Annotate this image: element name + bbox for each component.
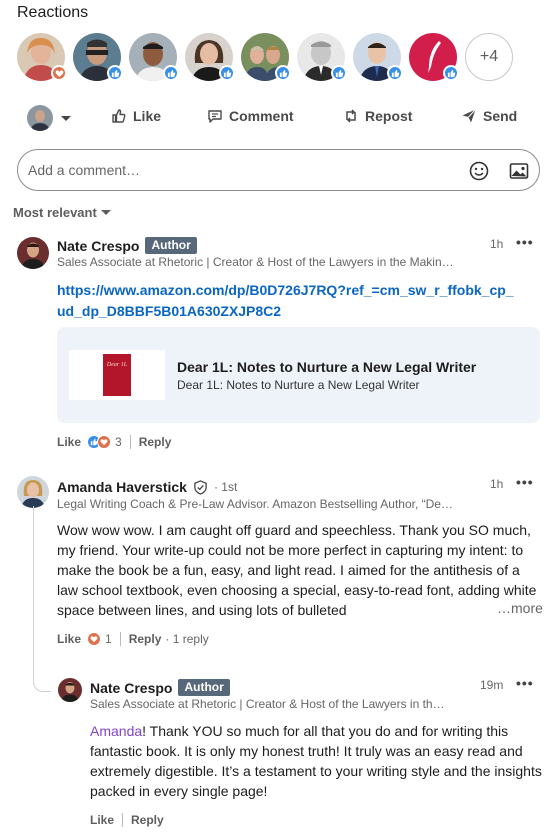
like-reaction-icon (443, 65, 459, 81)
book-thumbnail: Dear 1L (69, 350, 165, 400)
reaction-count: 3 (115, 435, 122, 449)
repost-icon (346, 109, 356, 123)
commenter-headline: Sales Associate at Rhetoric | Creator & … (57, 255, 454, 269)
book-cover: Dear 1L (103, 354, 131, 396)
send-button-label: Send (483, 108, 518, 124)
comment-reply-button[interactable]: Reply (139, 435, 172, 449)
comment-actions: Like 3 Reply (57, 435, 171, 449)
actor-selector[interactable] (27, 105, 71, 131)
like-button[interactable]: Like (111, 108, 161, 124)
more-reactors-button[interactable]: +4 (465, 33, 513, 81)
reactions-title: Reactions (17, 4, 89, 21)
comment-box (17, 149, 540, 191)
reactions-avatar-list: +4 (17, 33, 513, 81)
like-reaction-icon (331, 65, 347, 81)
chevron-down-icon (61, 115, 71, 121)
connection-degree: · 1st (213, 480, 238, 494)
repost-button[interactable]: Repost (343, 108, 412, 124)
comment-like-button[interactable]: Like (90, 813, 114, 827)
like-reaction-icon (163, 65, 179, 81)
mention-link[interactable]: Amanda (90, 723, 142, 739)
author-name: Nate Crespo (57, 237, 140, 254)
see-more-button[interactable]: …more (497, 600, 543, 616)
comment-button[interactable]: Comment (207, 108, 294, 124)
more-options-icon[interactable]: ••• (516, 675, 534, 691)
love-reaction-icon (51, 65, 67, 81)
reactor-avatar[interactable] (17, 33, 67, 81)
comment-timestamp: 1h (490, 237, 504, 251)
like-reaction-icon (107, 65, 123, 81)
commenter-avatar[interactable] (17, 237, 49, 269)
commenter-avatar[interactable] (58, 678, 82, 702)
author-badge: Author (145, 237, 197, 254)
emoji-icon[interactable] (468, 160, 490, 182)
send-button[interactable]: Send (461, 108, 517, 124)
image-icon[interactable] (508, 160, 530, 182)
comment-button-label: Comment (229, 108, 294, 124)
like-reaction-icon (275, 65, 291, 81)
reactor-avatar[interactable] (73, 33, 123, 81)
more-options-icon[interactable]: ••• (516, 234, 534, 250)
love-reaction-icon (97, 435, 112, 449)
more-options-icon[interactable]: ••• (516, 474, 534, 490)
author-badge: Author (178, 679, 230, 696)
comment-sort-dropdown[interactable]: Most relevant (13, 205, 111, 220)
comment-reactions[interactable] (87, 435, 112, 449)
social-action-bar: Like Comment Repost Send (0, 100, 555, 136)
comment-timestamp: 19m (480, 678, 504, 692)
reactor-avatar[interactable] (409, 33, 459, 81)
comment-reactions[interactable] (87, 632, 102, 646)
thumbs-up-icon (112, 109, 126, 123)
comment-icon (208, 110, 222, 123)
reply-body: Amanda! Thank YOU so much for all that y… (90, 721, 545, 801)
commenter-headline: Sales Associate at Rhetoric | Creator & … (90, 697, 445, 711)
divider (129, 435, 131, 449)
comment-reply-button[interactable]: Reply (131, 813, 164, 827)
comment-body: Wow wow wow. I am caught off guard and s… (57, 522, 537, 618)
like-reaction-icon (219, 65, 235, 81)
reactor-avatar[interactable] (353, 33, 403, 81)
commenter-name[interactable]: Nate Crespo Author (57, 237, 197, 254)
commenter-avatar[interactable] (17, 476, 49, 508)
commenter-name[interactable]: Amanda Haverstick · 1st (57, 479, 237, 495)
link-card-subtitle: Dear 1L: Notes to Nurture a New Legal Wr… (177, 378, 420, 392)
comment-actions: Like Reply (90, 813, 164, 827)
reaction-count: 1 (105, 632, 112, 646)
comment-like-button[interactable]: Like (57, 632, 81, 646)
author-name: Nate Crespo (90, 679, 173, 696)
reply-text: ! Thank YOU so much for all that you do … (90, 723, 542, 799)
commenter-name[interactable]: Nate Crespo Author (90, 679, 230, 696)
reactor-avatar[interactable] (185, 33, 235, 81)
comment-timestamp: 1h (490, 477, 504, 491)
divider (119, 632, 121, 646)
comment-reply-button[interactable]: Reply (129, 632, 162, 646)
repost-button-label: Repost (365, 108, 413, 124)
reactor-avatar[interactable] (297, 33, 347, 81)
comment-link[interactable]: https://www.amazon.com/dp/B0D726J7RQ?ref… (57, 280, 517, 322)
link-card-title: Dear 1L: Notes to Nurture a New Legal Wr… (177, 359, 477, 375)
commenter-headline: Legal Writing Coach & Pre-Law Advisor. A… (57, 497, 453, 511)
like-reaction-icon (387, 65, 403, 81)
divider (122, 813, 124, 827)
reply-count[interactable]: · 1 reply (165, 632, 208, 646)
love-reaction-icon (87, 632, 102, 646)
thread-connector (33, 506, 51, 692)
avatar (27, 105, 53, 131)
chevron-down-icon (100, 210, 111, 215)
send-icon (462, 109, 476, 123)
link-preview-card[interactable]: Dear 1L Dear 1L: Notes to Nurture a New … (57, 327, 540, 423)
comment-like-button[interactable]: Like (57, 435, 81, 449)
reactor-avatar[interactable] (241, 33, 291, 81)
sort-label: Most relevant (13, 205, 97, 220)
reactor-avatar[interactable] (129, 33, 179, 81)
comment-input[interactable] (28, 158, 448, 182)
verified-shield-icon (194, 479, 207, 495)
like-button-label: Like (133, 108, 162, 124)
author-name: Amanda Haverstick (57, 479, 187, 495)
comment-actions: Like 1 Reply · 1 reply (57, 632, 209, 646)
